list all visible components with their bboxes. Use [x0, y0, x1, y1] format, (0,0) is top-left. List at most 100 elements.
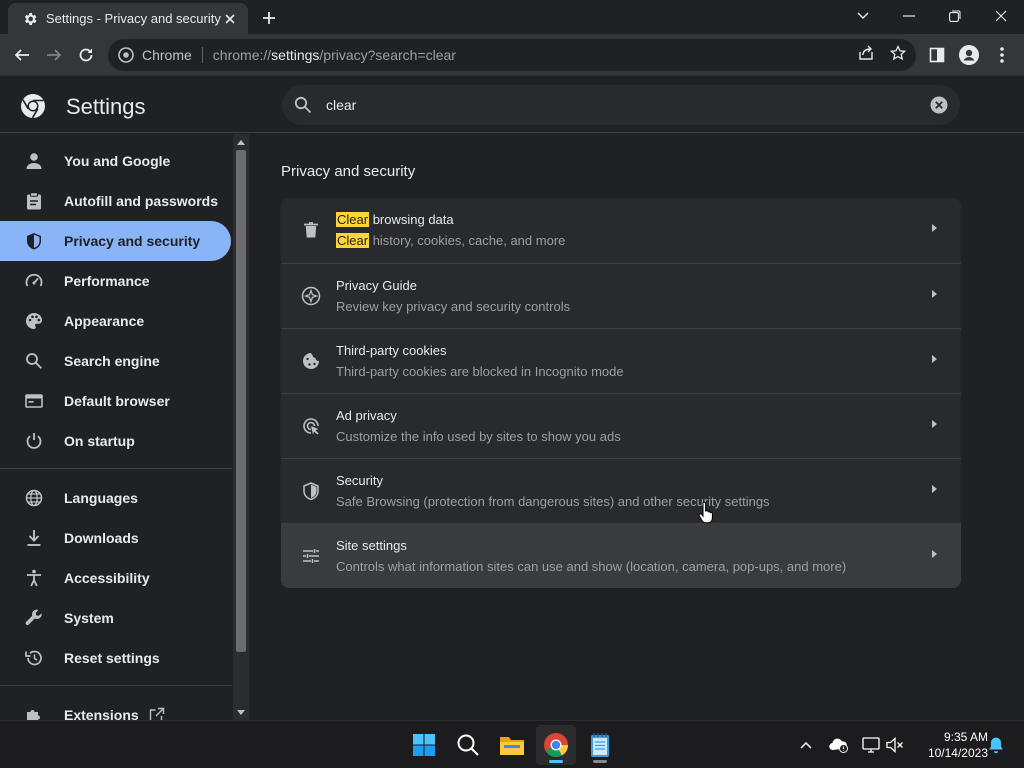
search-highlight: Clear	[336, 233, 370, 248]
new-tab-button[interactable]	[258, 8, 280, 28]
row-subtitle: Review key privacy and security controls	[336, 299, 571, 314]
notification-bell-icon[interactable]	[985, 734, 1007, 756]
row-clear-browsing-data[interactable]: Clear browsing data Clear history, cooki…	[281, 198, 961, 263]
sidebar-item-extensions[interactable]: Extensions	[0, 695, 231, 720]
sidebar-item-reset-settings[interactable]: Reset settings	[0, 638, 231, 678]
chrome-taskbar-icon[interactable]	[536, 725, 576, 765]
browser-window-icon	[24, 391, 44, 411]
url-text: chrome://settings/privacy?search=clear	[212, 47, 456, 63]
settings-header: Settings clear	[0, 77, 1024, 133]
sidebar-scrollbar[interactable]	[233, 134, 249, 720]
palette-icon	[24, 311, 44, 331]
sidebar-item-on-startup[interactable]: On startup	[0, 421, 231, 461]
row-subtitle: Customize the info used by sites to show…	[336, 429, 621, 444]
search-input[interactable]: clear	[326, 97, 356, 113]
forward-button[interactable]	[41, 42, 67, 68]
section-title: Privacy and security	[281, 163, 416, 180]
tab-settings[interactable]: Settings - Privacy and security	[8, 3, 248, 34]
gauge-icon	[24, 271, 44, 291]
windows-taskbar: 9:35 AM 10/14/2023	[0, 720, 1024, 768]
row-site-settings[interactable]: Site settings Controls what information …	[281, 523, 961, 588]
row-security[interactable]: Security Safe Browsing (protection from …	[281, 458, 961, 523]
sidebar-item-languages[interactable]: Languages	[0, 478, 231, 518]
chevron-right-icon	[932, 224, 937, 232]
sidebar-item-performance[interactable]: Performance	[0, 261, 231, 301]
ad-privacy-icon	[301, 416, 321, 436]
search-icon	[24, 351, 44, 371]
notepad-icon[interactable]	[580, 725, 620, 765]
puzzle-icon	[24, 705, 44, 720]
show-hidden-icons-chevron-icon[interactable]	[795, 734, 817, 756]
reload-button[interactable]	[73, 42, 99, 68]
system-clock[interactable]: 9:35 AM 10/14/2023	[912, 729, 988, 761]
globe-icon	[24, 488, 44, 508]
network-icon[interactable]	[860, 734, 882, 756]
bookmark-star-icon[interactable]	[887, 42, 909, 64]
shield-icon	[24, 231, 44, 251]
row-third-party-cookies[interactable]: Third-party cookies Third-party cookies …	[281, 328, 961, 393]
sidebar-item-privacy-and-security[interactable]: Privacy and security	[0, 221, 231, 261]
minimize-button[interactable]	[886, 0, 932, 32]
sidebar-item-autofill[interactable]: Autofill and passwords	[0, 181, 231, 221]
sidebar-item-search-engine[interactable]: Search engine	[0, 341, 231, 381]
onedrive-cloud-icon[interactable]	[828, 734, 850, 756]
sidebar-item-system[interactable]: System	[0, 598, 231, 638]
chevron-right-icon	[932, 355, 937, 363]
gear-icon	[22, 11, 38, 27]
windows-start-icon[interactable]	[404, 725, 444, 765]
more-menu-icon[interactable]	[989, 42, 1015, 68]
tab-strip: Settings - Privacy and security	[0, 0, 1024, 34]
accessibility-icon	[24, 568, 44, 588]
share-icon[interactable]	[855, 42, 877, 64]
row-ad-privacy[interactable]: Ad privacy Customize the info used by si…	[281, 393, 961, 458]
row-title: Third-party cookies	[336, 343, 447, 358]
clipboard-icon	[24, 191, 44, 211]
row-privacy-guide[interactable]: Privacy Guide Review key privacy and sec…	[281, 263, 961, 328]
row-title: Security	[336, 473, 383, 488]
sidebar-item-you-and-google[interactable]: You and Google	[0, 141, 231, 181]
scrollbar-thumb[interactable]	[236, 150, 246, 652]
sidebar-divider	[0, 685, 232, 686]
person-icon	[24, 151, 44, 171]
address-bar[interactable]: Chrome chrome://settings/privacy?search=…	[108, 39, 916, 71]
sidebar-item-downloads[interactable]: Downloads	[0, 518, 231, 558]
restore-button[interactable]	[932, 0, 978, 32]
sidebar-divider	[0, 468, 232, 469]
site-info-chip[interactable]: Chrome	[118, 47, 203, 63]
browser-toolbar: Chrome chrome://settings/privacy?search=…	[0, 34, 1024, 76]
volume-muted-icon[interactable]	[884, 734, 906, 756]
settings-title: Settings	[66, 94, 146, 119]
close-window-button[interactable]	[978, 0, 1024, 32]
tab-search-chevron-icon[interactable]	[840, 0, 886, 32]
site-chip-label: Chrome	[142, 47, 192, 63]
open-app-indicator	[593, 760, 607, 763]
side-panel-button[interactable]	[924, 42, 950, 68]
profile-avatar[interactable]	[956, 42, 982, 68]
close-tab-icon[interactable]	[222, 11, 238, 27]
sidebar-item-accessibility[interactable]: Accessibility	[0, 558, 231, 598]
sidebar-item-appearance[interactable]: Appearance	[0, 301, 231, 341]
row-title: Privacy Guide	[336, 278, 417, 293]
search-icon	[294, 96, 312, 114]
chevron-right-icon	[932, 485, 937, 493]
clear-search-icon[interactable]	[930, 96, 948, 114]
scroll-down-arrow-icon[interactable]	[236, 707, 246, 717]
settings-search-field[interactable]: clear	[282, 85, 960, 125]
clock-date: 10/14/2023	[927, 746, 988, 760]
trash-icon	[301, 220, 321, 240]
scroll-up-arrow-icon[interactable]	[236, 137, 246, 147]
row-subtitle: Controls what information sites can use …	[336, 559, 847, 574]
row-subtitle: Third-party cookies are blocked in Incog…	[336, 364, 624, 379]
taskbar-search-icon[interactable]	[448, 725, 488, 765]
sliders-icon	[301, 546, 321, 566]
chrome-icon	[118, 47, 134, 63]
file-explorer-icon[interactable]	[492, 725, 532, 765]
chevron-right-icon	[932, 420, 937, 428]
row-title: Site settings	[336, 538, 407, 553]
back-button[interactable]	[9, 42, 35, 68]
chevron-right-icon	[932, 550, 937, 558]
tab-title: Settings - Privacy and security	[46, 11, 221, 26]
compass-icon	[301, 286, 321, 306]
sidebar-item-default-browser[interactable]: Default browser	[0, 381, 231, 421]
chevron-right-icon	[932, 290, 937, 298]
